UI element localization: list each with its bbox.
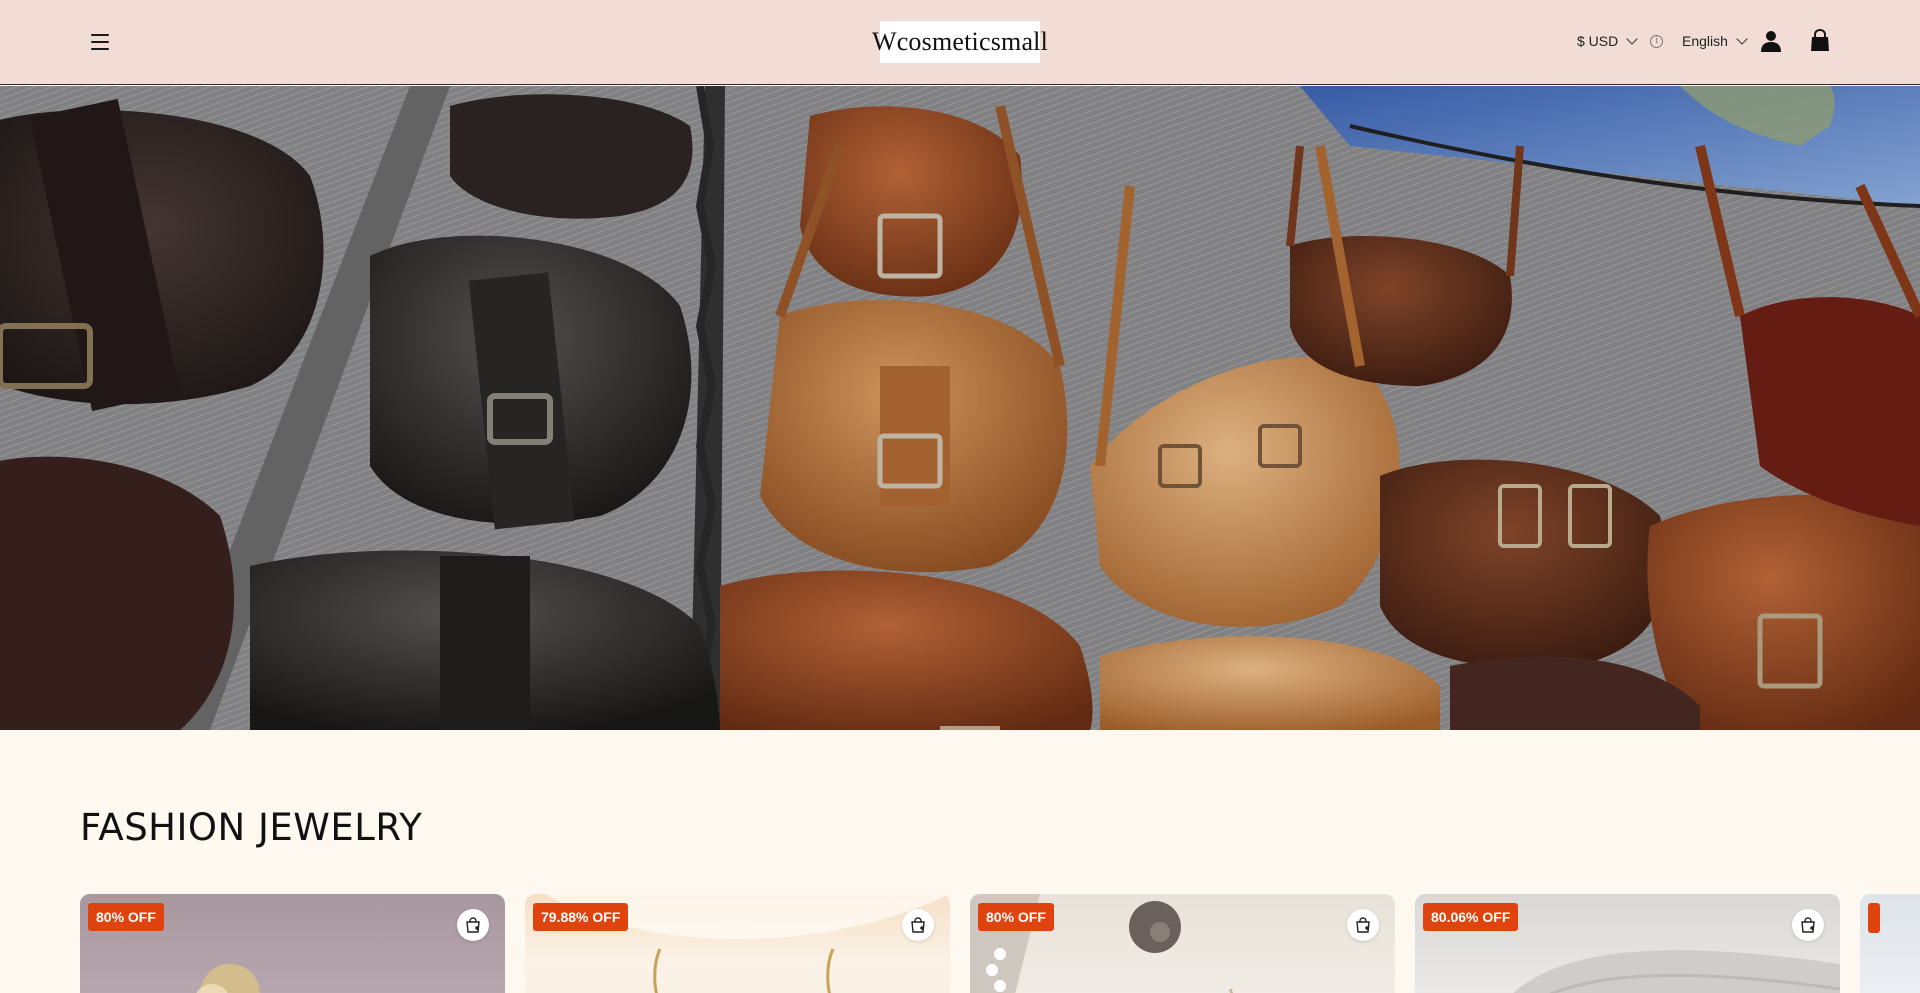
quick-add-button[interactable]	[1792, 909, 1824, 941]
discount-badge: 80% OFF	[978, 903, 1054, 931]
language-label: English	[1682, 33, 1728, 49]
shopping-bag-icon	[1356, 917, 1370, 933]
user-icon[interactable]	[1758, 28, 1784, 54]
product-card[interactable]: 80% OFF	[80, 894, 505, 993]
chevron-down-icon	[1626, 33, 1638, 45]
site-logo[interactable]: Wcosmeticsmall	[872, 21, 1048, 63]
product-card-partial[interactable]	[1860, 894, 1920, 993]
discount-badge: 80.06% OFF	[1423, 903, 1519, 931]
discount-badge: 79.88% OFF	[533, 903, 629, 931]
hero-image	[0, 86, 1920, 730]
shopping-bag-icon	[911, 917, 925, 933]
menu-icon[interactable]	[88, 31, 112, 53]
quick-add-button[interactable]	[902, 909, 934, 941]
chevron-down-icon	[1736, 33, 1748, 45]
shopping-bag-icon	[466, 917, 480, 933]
product-card[interactable]: 79.88% OFF	[525, 894, 950, 993]
quick-add-button[interactable]	[1347, 909, 1379, 941]
language-selector[interactable]: English	[1682, 30, 1748, 52]
hero-banner[interactable]	[0, 86, 1920, 730]
logo-text: Wcosmeticsmall	[871, 27, 1049, 56]
discount-badge-partial	[1868, 903, 1880, 933]
shopping-bag-icon	[1801, 917, 1815, 933]
section-title: FASHION JEWELRY	[80, 806, 423, 849]
info-icon[interactable]: i	[1650, 34, 1664, 48]
quick-add-button[interactable]	[457, 909, 489, 941]
product-card[interactable]: 80.06% OFF	[1415, 894, 1840, 993]
product-card[interactable]: 80% OFF	[970, 894, 1395, 993]
currency-label: $ USD	[1577, 33, 1619, 49]
discount-badge: 80% OFF	[88, 903, 164, 931]
currency-selector[interactable]: $ USD i	[1577, 30, 1664, 52]
product-carousel: 80% OFF 79.88% OFF 80% OFF 80.06% OFF	[80, 894, 1920, 993]
shopping-bag-icon[interactable]	[1807, 28, 1833, 54]
site-header: Wcosmeticsmall $ USD i English	[0, 0, 1920, 85]
